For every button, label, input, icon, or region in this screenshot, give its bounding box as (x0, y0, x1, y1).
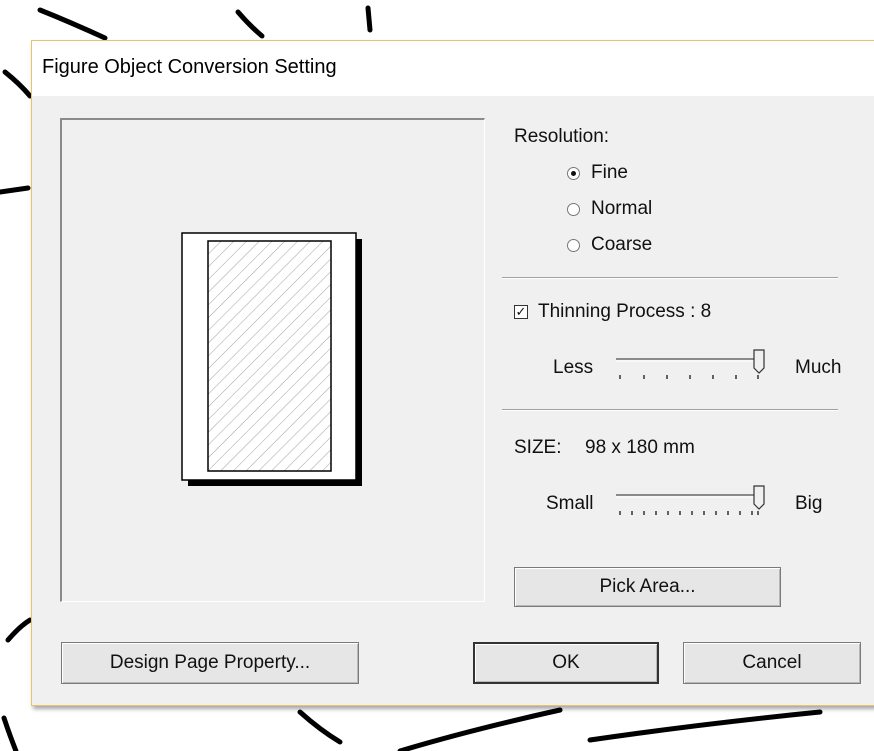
radio-coarse-button[interactable] (567, 238, 580, 252)
cancel-button[interactable]: Cancel (683, 642, 861, 684)
thinning-slider-thumb (753, 349, 765, 374)
figure-area (207, 240, 332, 472)
radio-coarse-label: Coarse (591, 234, 653, 255)
thinning-min-label: Less (553, 357, 594, 378)
thinning-checkbox-row[interactable]: ✓ Thinning Process : 8 (514, 301, 711, 323)
separator-2 (502, 409, 838, 411)
thinning-checkbox[interactable]: ✓ (514, 305, 528, 319)
radio-fine-label: Fine (591, 162, 628, 183)
page-preview (181, 232, 362, 486)
radio-fine[interactable]: Fine (567, 162, 628, 184)
resolution-label: Resolution: (514, 126, 610, 147)
size-min-label: Small (546, 493, 594, 514)
radio-normal-button[interactable] (567, 202, 580, 216)
size-slider[interactable] (614, 485, 774, 519)
ok-button[interactable]: OK (473, 642, 659, 684)
size-label: SIZE: (514, 437, 562, 458)
design-page-property-button[interactable]: Design Page Property... (61, 642, 359, 684)
radio-normal-label: Normal (591, 198, 653, 219)
dialog-title: Figure Object Conversion Setting (42, 56, 337, 78)
conversion-dialog: Figure Object Conversion Setting Resolut… (31, 40, 874, 706)
thinning-label: Thinning Process : 8 (538, 301, 712, 322)
size-slider-thumb (753, 485, 765, 510)
separator-1 (502, 277, 838, 279)
title-bar[interactable]: Figure Object Conversion Setting (32, 41, 874, 96)
size-max-label: Big (795, 493, 823, 514)
radio-normal[interactable]: Normal (567, 198, 652, 220)
thinning-slider[interactable] (614, 349, 774, 383)
thinning-max-label: Much (795, 357, 842, 378)
size-value: 98 x 180 mm (585, 437, 695, 458)
dialog-body: Resolution: Fine Normal Coarse ✓ Thinnin… (40, 96, 874, 697)
radio-fine-button[interactable] (567, 166, 580, 180)
radio-coarse[interactable]: Coarse (567, 234, 652, 256)
preview-panel (60, 118, 485, 602)
pick-area-button[interactable]: Pick Area... (514, 567, 781, 607)
